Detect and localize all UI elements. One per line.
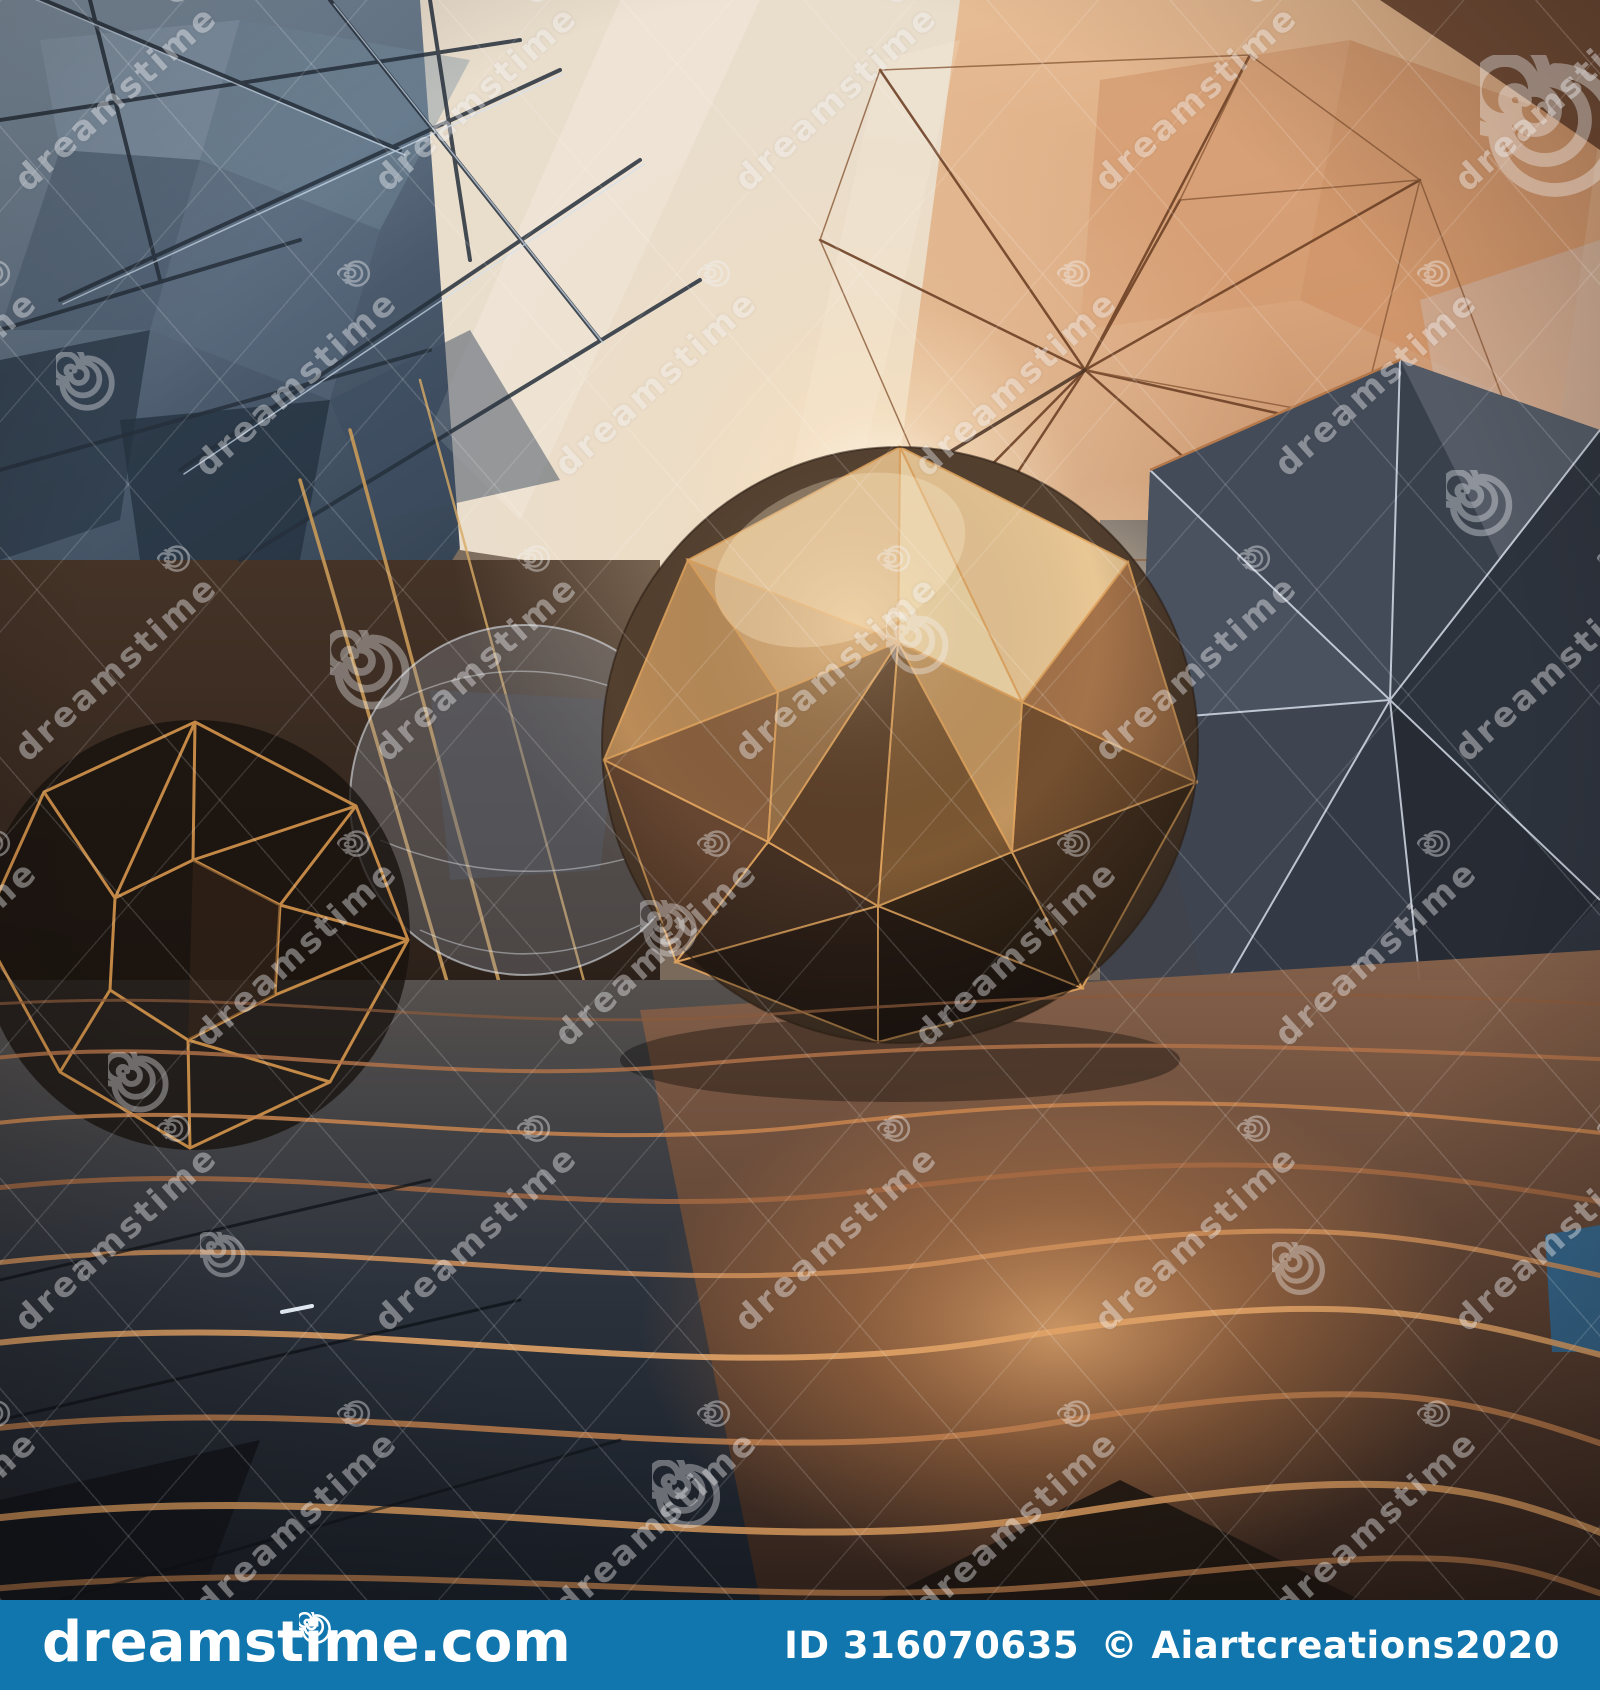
vignette [0, 0, 1600, 1600]
footer-bar: dreamstime.com ID 316070635 © Aiartcreat… [0, 1600, 1600, 1690]
abstract-art-canvas [0, 0, 1600, 1600]
image-credit: © Aiartcreations2020 [1100, 1624, 1560, 1667]
dreamstime-logo[interactable]: dreamstime.com [42, 1605, 571, 1674]
image-id: ID 316070635 [784, 1624, 1080, 1667]
image-id-credit: ID 316070635 © Aiartcreations2020 [784, 1624, 1560, 1667]
stock-photo-preview: dreamstime dreamstime dreamstime dreamstime… [0, 0, 1600, 1690]
abstract-art-image [0, 0, 1600, 1600]
dreamstime-spiral-icon [289, 1597, 333, 1659]
